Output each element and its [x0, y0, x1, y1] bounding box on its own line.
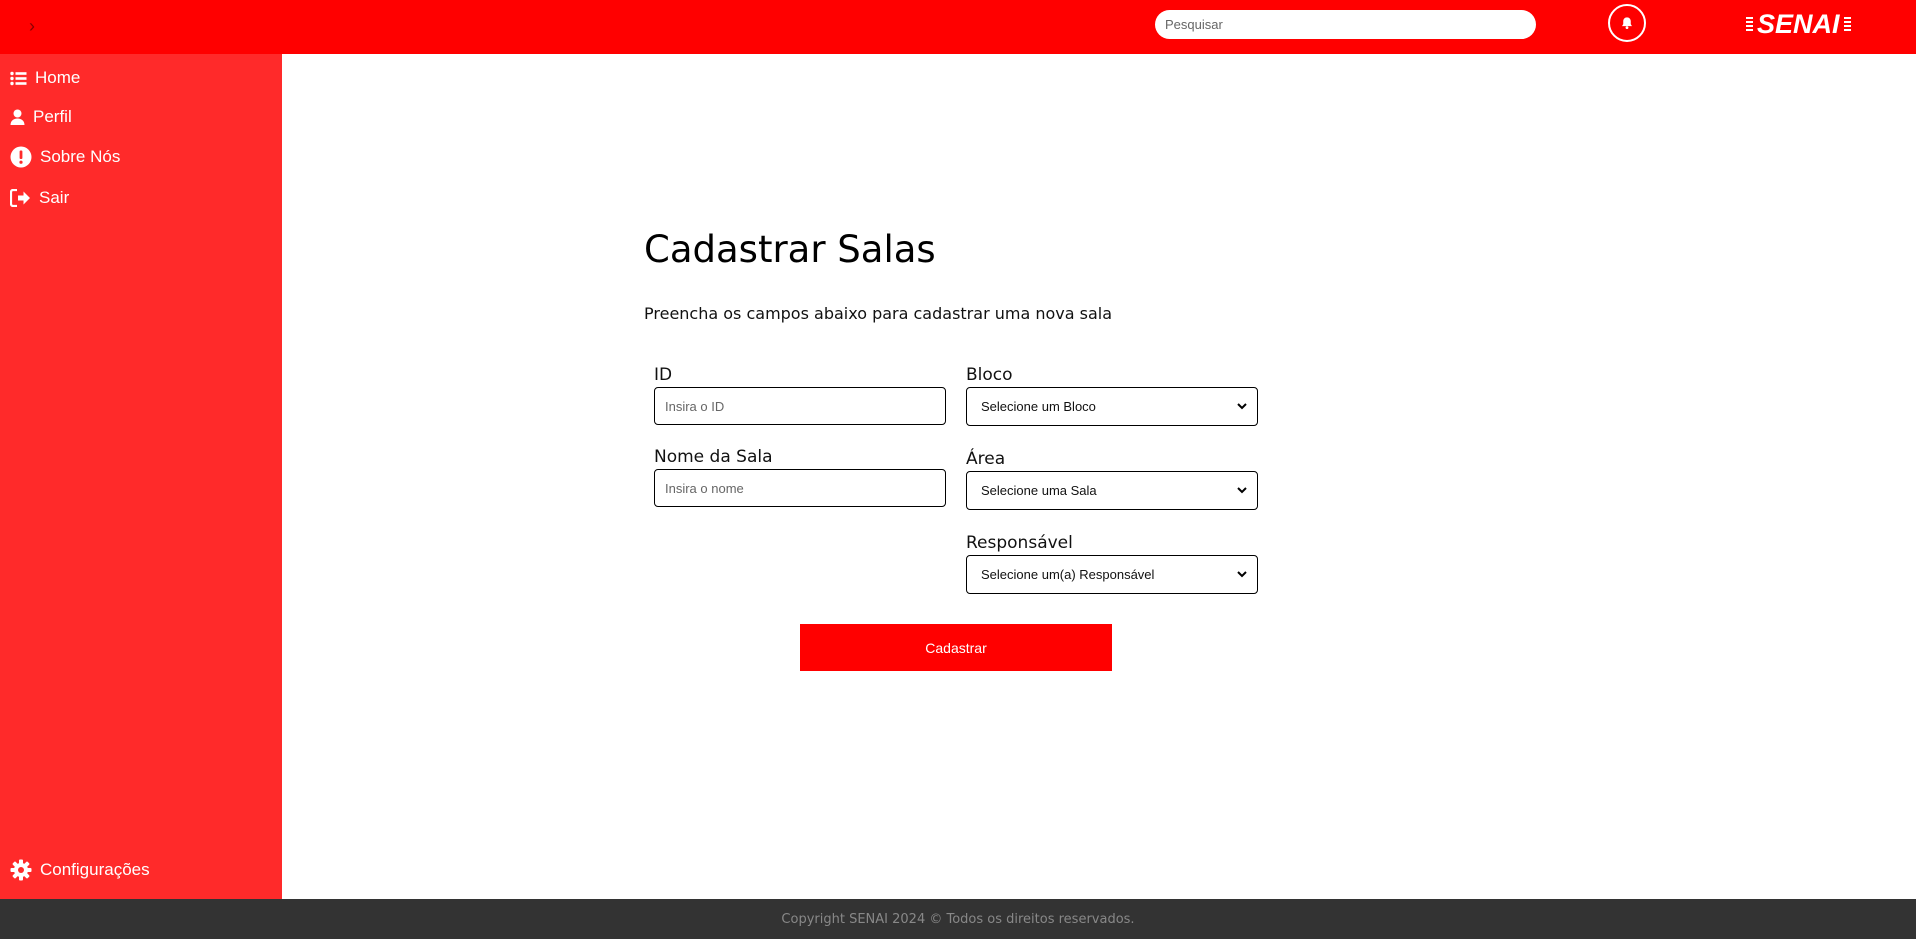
bloco-select-value: Selecione um Bloco — [981, 399, 1096, 414]
sidebar-toggle-chevron-icon[interactable]: › — [22, 12, 42, 40]
logo-stripes-right — [1843, 17, 1851, 31]
id-field[interactable] — [654, 387, 946, 425]
area-select-value: Selecione uma Sala — [981, 483, 1097, 498]
area-select[interactable]: Selecione uma Sala — [966, 471, 1258, 510]
exclamation-circle-icon — [10, 146, 32, 168]
sidebar-item-configuracoes[interactable]: Configurações — [10, 855, 150, 885]
logo-text: SENAI — [1757, 9, 1840, 39]
bloco-select[interactable]: Selecione um Bloco — [966, 387, 1258, 426]
area-label: Área — [966, 449, 1006, 469]
responsavel-select-value: Selecione um(a) Responsável — [981, 567, 1155, 582]
cadastrar-button[interactable]: Cadastrar — [800, 624, 1112, 671]
sidebar-item-sair[interactable]: Sair — [10, 183, 69, 213]
sidebar-item-label: Sobre Nós — [40, 147, 121, 166]
sidebar-item-home[interactable]: Home — [10, 63, 80, 93]
sidebar: Home Perfil Sobre Nós Sair Configurações — [0, 54, 282, 899]
list-icon — [10, 71, 27, 85]
page-title: Cadastrar Salas — [644, 228, 936, 271]
chevron-down-icon — [1237, 571, 1247, 578]
sidebar-item-perfil[interactable]: Perfil — [10, 102, 72, 132]
sidebar-item-sobre-nos[interactable]: Sobre Nós — [10, 142, 120, 172]
logout-icon — [10, 189, 30, 207]
search-input[interactable] — [1155, 10, 1536, 39]
responsavel-select[interactable]: Selecione um(a) Responsável — [966, 555, 1258, 594]
user-icon — [10, 109, 25, 125]
page-subtitle: Preencha os campos abaixo para cadastrar… — [644, 304, 1113, 323]
senai-logo: SENAI — [1746, 9, 1851, 39]
nome-label: Nome da Sala — [654, 447, 773, 467]
notification-bell-button[interactable] — [1608, 4, 1646, 42]
footer: Copyright SENAI 2024 © Todos os direitos… — [0, 899, 1916, 939]
sidebar-item-label: Perfil — [33, 107, 72, 126]
chevron-down-icon — [1237, 403, 1247, 410]
top-bar: › SENAI — [0, 0, 1916, 54]
responsavel-label: Responsável — [966, 533, 1073, 553]
bell-icon — [1622, 17, 1632, 30]
id-label: ID — [654, 365, 673, 385]
sidebar-item-label: Configurações — [40, 860, 150, 879]
logo-stripes-left — [1746, 17, 1753, 31]
chevron-down-icon — [1237, 487, 1247, 494]
nome-field[interactable] — [654, 469, 946, 507]
gear-icon — [10, 859, 32, 881]
copyright-text: Copyright SENAI 2024 © Todos os direitos… — [781, 911, 1135, 927]
sidebar-item-label: Home — [35, 68, 81, 87]
bloco-label: Bloco — [966, 365, 1013, 385]
sidebar-item-label: Sair — [39, 188, 70, 207]
